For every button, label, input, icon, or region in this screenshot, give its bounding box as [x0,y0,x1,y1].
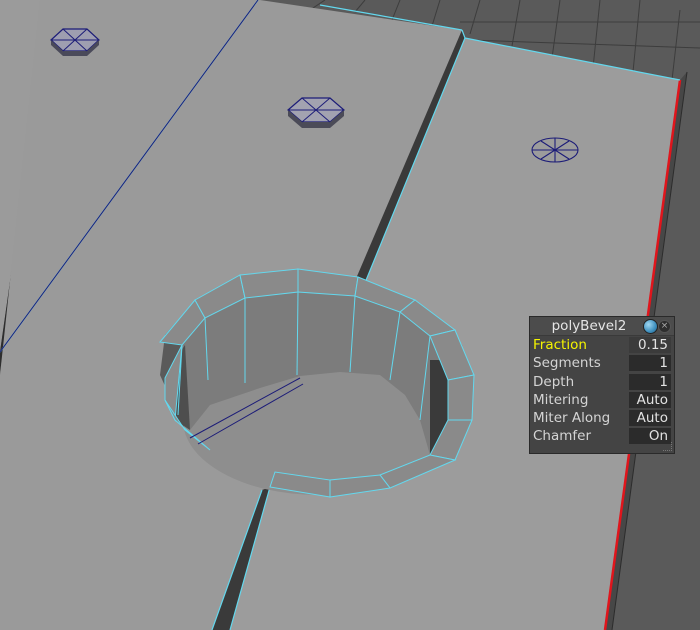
depth-field[interactable]: 1 [629,373,671,390]
miter-along-field[interactable]: Auto [629,410,671,427]
hud-row-depth[interactable]: Depth 1 [530,373,674,391]
hud-row-chamfer[interactable]: Chamfer On [530,427,674,445]
hud-label: Mitering [533,391,589,408]
segments-field[interactable]: 1 [629,355,671,372]
hud-label: Segments [533,355,601,372]
hud-label: Chamfer [533,428,592,445]
hud-label: Miter Along [533,410,611,427]
3d-viewport[interactable] [0,0,700,630]
hud-row-mitering[interactable]: Mitering Auto [530,391,674,409]
mitering-field[interactable]: Auto [629,391,671,408]
close-icon[interactable]: × [658,320,671,333]
bolt-3 [531,137,579,163]
hud-row-segments[interactable]: Segments 1 [530,354,674,372]
polybevel-hud-panel[interactable]: polyBevel2 × Fraction 0.15 Segments 1 De… [529,316,675,454]
hud-label: Fraction [533,337,587,353]
hud-label: Depth [533,373,575,390]
hud-title: polyBevel2 [551,318,627,334]
attribute-editor-icon[interactable] [643,319,658,334]
fraction-field[interactable]: 0.15 [629,337,671,353]
resize-grip-icon[interactable] [663,442,672,451]
viewport-scene[interactable] [0,0,700,630]
hud-row-fraction[interactable]: Fraction 0.15 [530,336,674,354]
hud-row-miter-along[interactable]: Miter Along Auto [530,409,674,427]
hud-title-bar[interactable]: polyBevel2 × [530,317,674,336]
